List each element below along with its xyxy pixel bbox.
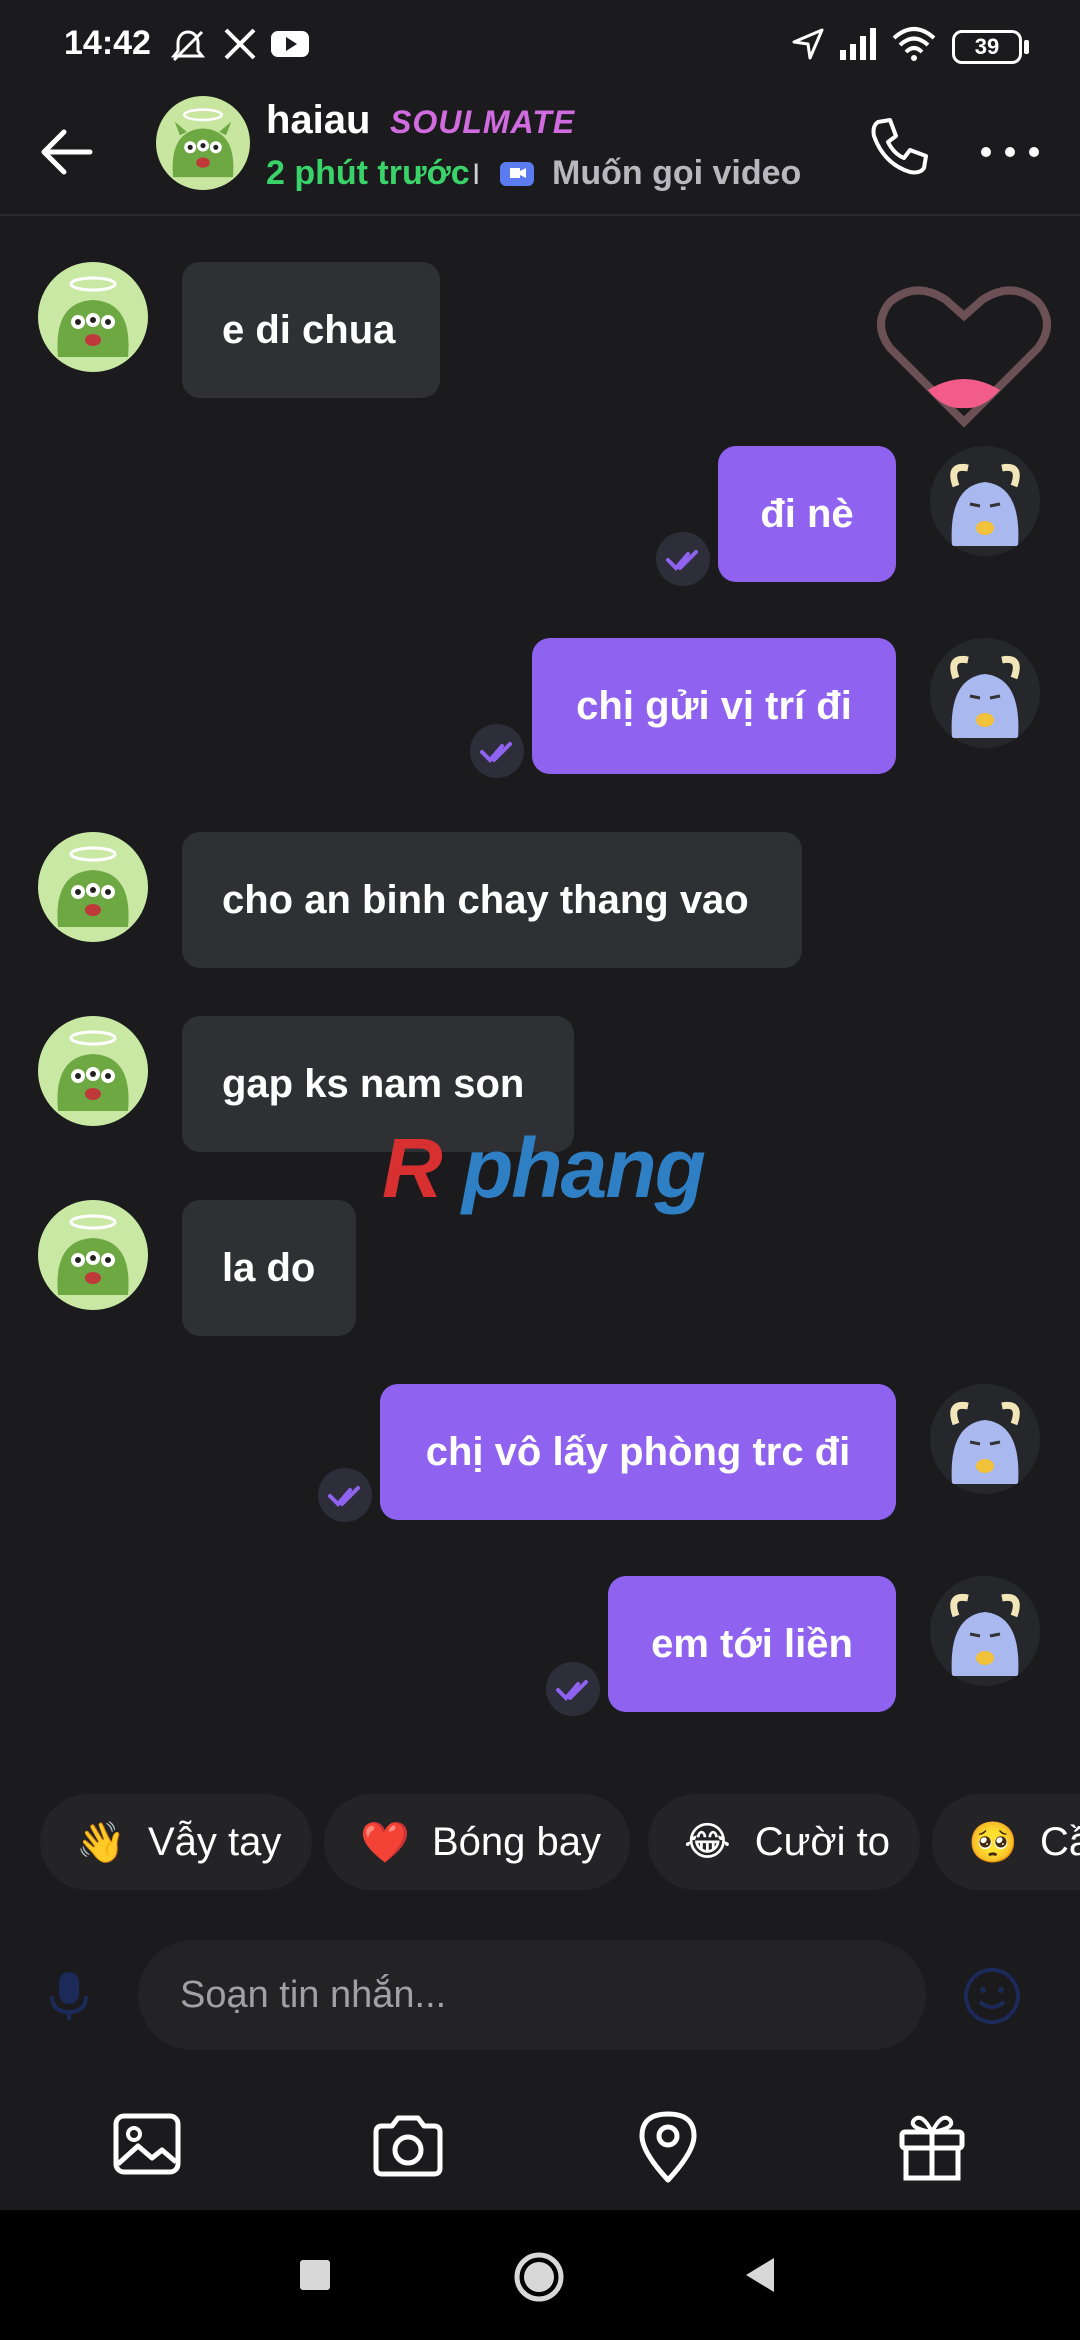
- message-bubble-incoming[interactable]: cho an binh chay thang vao: [182, 832, 802, 968]
- quick-reply-label: Bóng bay: [432, 1819, 602, 1864]
- status-time: 14:42: [64, 24, 151, 62]
- quick-reply-label: Vẫy tay: [148, 1819, 282, 1864]
- youtube-icon: [271, 31, 309, 57]
- quick-reply-label: Cười to: [754, 1819, 891, 1864]
- signal-icon: [840, 28, 876, 60]
- back-nav-button[interactable]: [740, 2254, 782, 2296]
- status-bar: 14:42 39: [0, 0, 1080, 92]
- monster-avatar-icon: [57, 276, 129, 357]
- read-receipt-icon: [656, 532, 710, 586]
- wave-icon: 👋: [76, 1820, 126, 1865]
- camera-icon[interactable]: [368, 2106, 448, 2186]
- quick-reply-chip[interactable]: 👋 Vẫy tay: [40, 1794, 312, 1890]
- last-seen-status: 2 phút trước: [266, 154, 470, 192]
- phone-call-button[interactable]: [864, 112, 934, 182]
- sender-avatar[interactable]: [38, 262, 148, 372]
- blue-monster-avatar-icon: [950, 1401, 1020, 1484]
- read-receipt-icon: [546, 1662, 600, 1716]
- blue-monster-avatar-icon: [950, 463, 1020, 546]
- battery-indicator: 39: [952, 30, 1022, 64]
- recents-button[interactable]: [296, 2256, 334, 2294]
- monster-avatar-icon: [57, 1214, 129, 1295]
- bell-muted-icon: [170, 30, 206, 62]
- microphone-icon[interactable]: [46, 1968, 92, 2024]
- battery-tip: [1024, 40, 1029, 54]
- video-call-icon: [500, 162, 534, 186]
- my-avatar[interactable]: [930, 446, 1040, 556]
- quick-reply-chip[interactable]: ❤️ Bóng bay: [324, 1794, 630, 1890]
- message-input[interactable]: Soạn tin nhắn...: [138, 1940, 926, 2050]
- message-bubble-outgoing[interactable]: chị vô lấy phòng trc đi: [380, 1384, 896, 1520]
- message-bubble-outgoing[interactable]: em tới liền: [608, 1576, 896, 1712]
- my-avatar[interactable]: [930, 1384, 1040, 1494]
- sender-avatar[interactable]: [38, 1016, 148, 1126]
- video-request-label[interactable]: Muốn gọi video: [552, 154, 801, 193]
- blue-monster-avatar-icon: [950, 655, 1020, 738]
- location-pin-icon[interactable]: [628, 2106, 708, 2186]
- contact-name[interactable]: haiau: [266, 98, 370, 143]
- soulmate-badge: SOULMATE: [390, 104, 576, 140]
- header-separator: I: [472, 158, 481, 191]
- quick-reply-chip[interactable]: 🥺 Cầ: [932, 1794, 1080, 1890]
- home-button[interactable]: [512, 2250, 566, 2304]
- heart-icon: ❤️: [360, 1820, 410, 1865]
- wifi-icon: [892, 27, 936, 61]
- gallery-icon[interactable]: [108, 2106, 188, 2186]
- chat-header: haiau SOULMATE 2 phút trước I Muốn gọi v…: [0, 92, 1080, 216]
- message-bubble-incoming[interactable]: e di chua: [182, 262, 440, 398]
- sender-avatar[interactable]: [38, 832, 148, 942]
- pleading-face-icon: 🥺: [968, 1820, 1018, 1865]
- monster-avatar-icon: [172, 108, 234, 178]
- watermark-text-rest: phang: [462, 1121, 706, 1215]
- battery-level: 39: [974, 34, 1000, 59]
- message-bubble-incoming[interactable]: la do: [182, 1200, 356, 1336]
- back-button[interactable]: [28, 112, 108, 192]
- monster-avatar-icon: [57, 846, 129, 927]
- watermark-logo: R phang: [382, 1120, 706, 1217]
- my-avatar[interactable]: [930, 1576, 1040, 1686]
- laughing-icon: 😂: [684, 1820, 731, 1864]
- emoji-button[interactable]: [962, 1966, 1022, 2026]
- quick-reply-label: Cầ: [1040, 1819, 1080, 1864]
- watermark-text: R: [382, 1121, 443, 1215]
- system-nav-bar: [0, 2210, 1080, 2340]
- heart-sticker-icon[interactable]: [872, 282, 1056, 432]
- message-bubble-outgoing[interactable]: đi nè: [718, 446, 896, 582]
- location-arrow-icon: [792, 28, 824, 60]
- blue-monster-avatar-icon: [950, 1593, 1020, 1676]
- monster-avatar-icon: [57, 1030, 129, 1111]
- message-bubble-outgoing[interactable]: chị gửi vị trí đi: [532, 638, 896, 774]
- read-receipt-icon: [470, 724, 524, 778]
- my-avatar[interactable]: [930, 638, 1040, 748]
- read-receipt-icon: [318, 1468, 372, 1522]
- quick-reply-chip[interactable]: 😂 Cười to: [648, 1794, 920, 1890]
- contact-avatar[interactable]: [156, 96, 250, 190]
- x-app-icon: [224, 28, 256, 60]
- sender-avatar[interactable]: [38, 1200, 148, 1310]
- more-options-button[interactable]: [970, 116, 1050, 186]
- gift-icon[interactable]: [892, 2106, 972, 2186]
